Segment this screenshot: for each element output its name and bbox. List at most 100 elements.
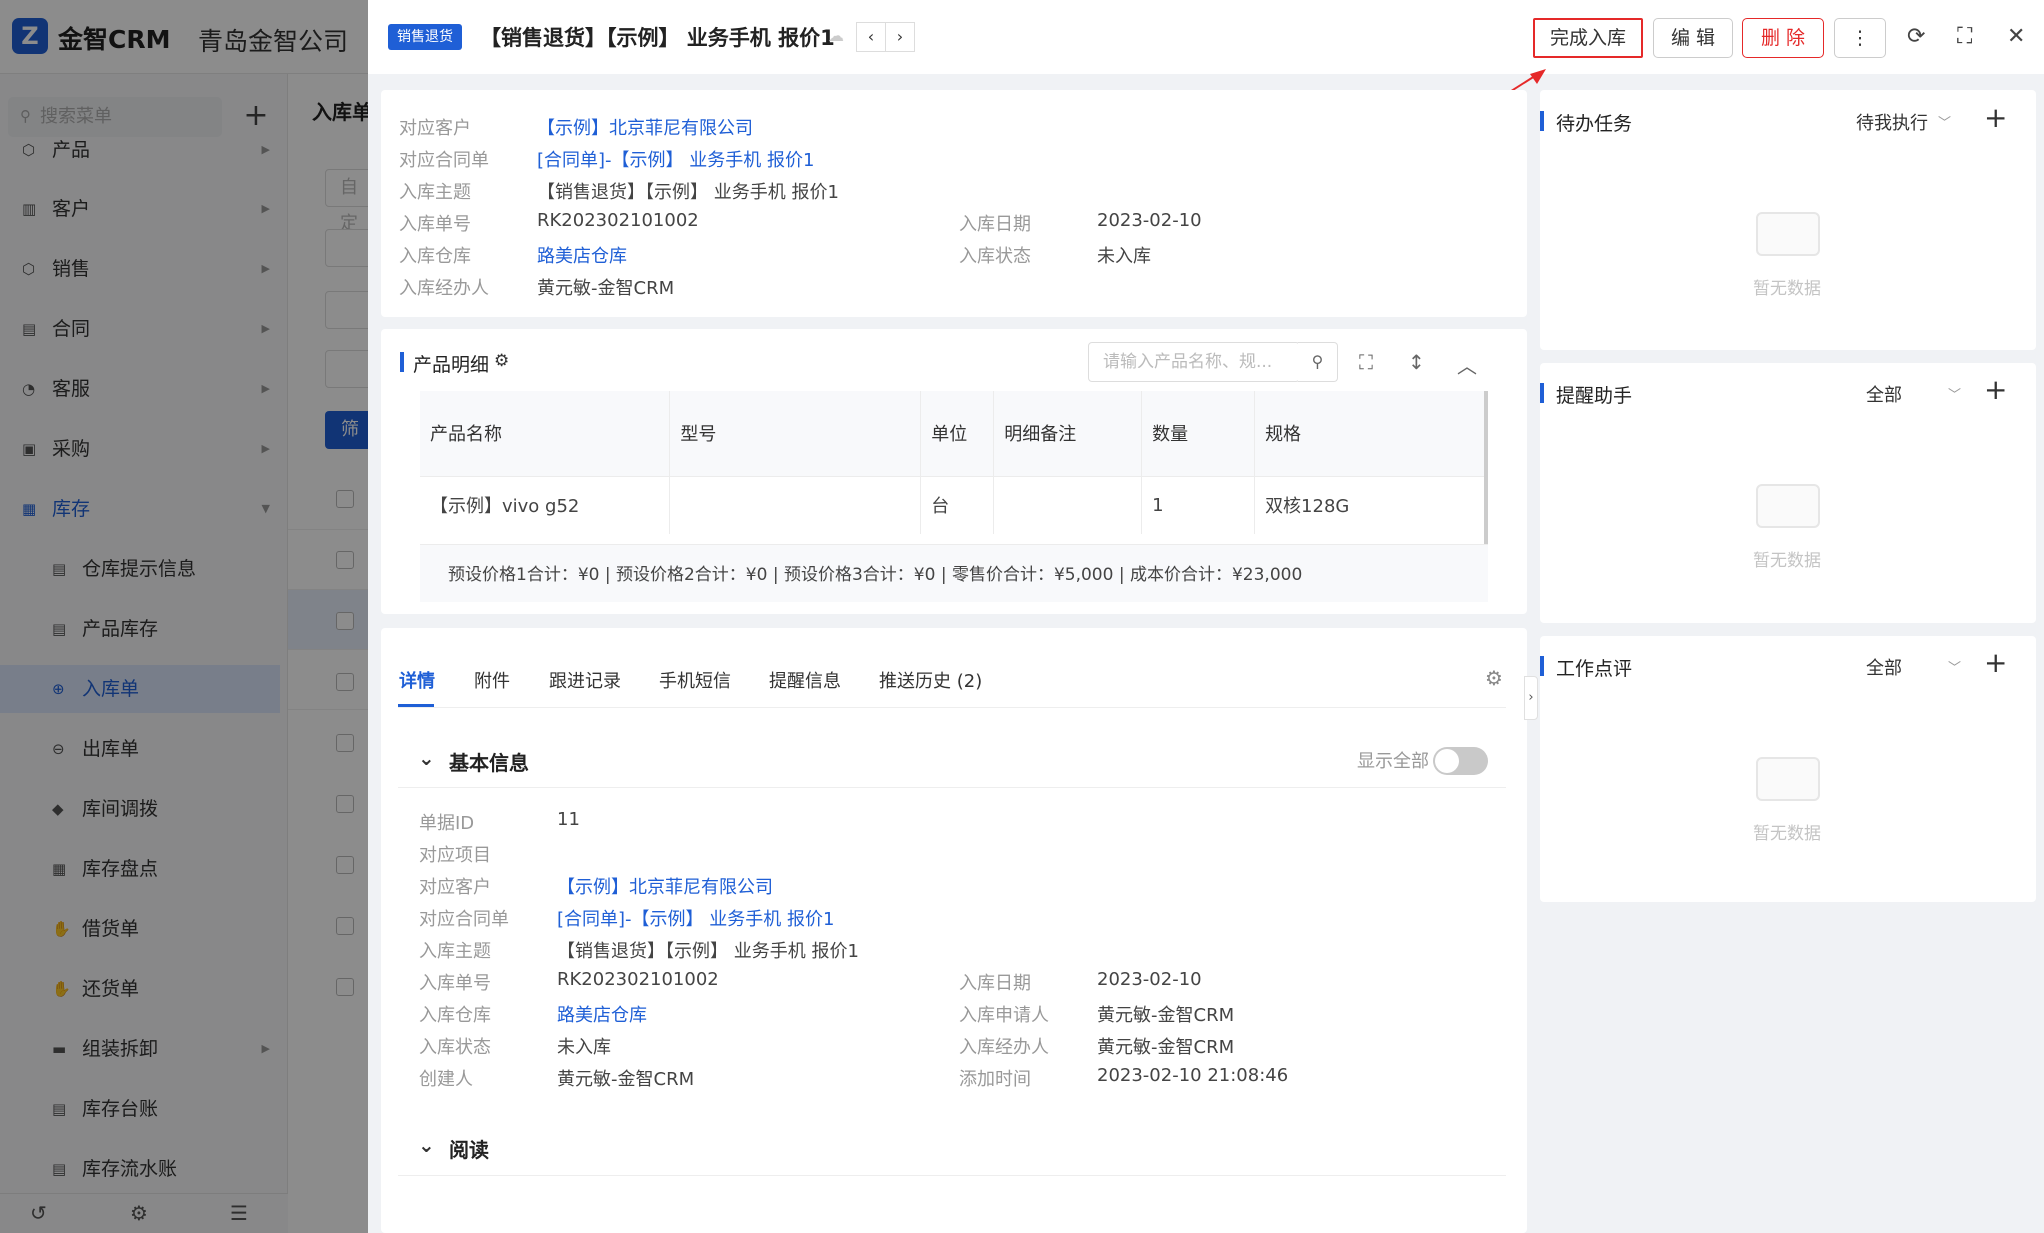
summary-handler-label: 入库经办人 (399, 278, 489, 299)
empty-text: 暂无数据 (1753, 824, 1821, 844)
status-value: 未入库 (557, 1037, 611, 1058)
reminder-filter-dropdown[interactable]: 全部 (1866, 381, 1902, 407)
creator-value: 黄元敏-金智CRM (557, 1069, 695, 1090)
applicant-value: 黄元敏-金智CRM (1097, 1005, 1235, 1026)
product-name-link[interactable]: 【示例】vivo g52 (420, 475, 671, 534)
chevron-down-icon: ﹀ (1938, 116, 1952, 131)
tab-push-history[interactable]: 推送历史 (2) (879, 667, 982, 693)
table-scrollbar[interactable] (1484, 391, 1488, 544)
complete-inbound-button[interactable]: 完成入库 (1533, 18, 1643, 58)
customer-link[interactable]: 【示例】北京菲尼有限公司 (557, 873, 773, 899)
modal-overlay[interactable] (0, 0, 368, 1233)
column-header: 规格 (1254, 391, 1488, 476)
summary-customer-link[interactable]: 【示例】北京菲尼有限公司 (537, 114, 753, 140)
edit-button[interactable]: 编 辑 (1653, 18, 1733, 58)
tab-sms[interactable]: 手机短信 (659, 667, 731, 693)
handler-label: 入库经办人 (959, 1037, 1049, 1058)
drawer-title: 【销售退货】【示例】 业务手机 报价1 (480, 26, 835, 50)
creator-label: 创建人 (419, 1069, 473, 1090)
empty-inbox-icon (1756, 212, 1820, 256)
panel-toggle-handle[interactable]: › (1524, 676, 1538, 720)
chevron-down-icon: ﹀ (1948, 661, 1962, 676)
type-badge: 销售退货 (388, 24, 462, 50)
detail-card (381, 628, 1527, 1233)
delete-button[interactable]: 删 除 (1742, 18, 1824, 58)
empty-inbox-icon (1756, 484, 1820, 528)
read-section-title: 阅读 (449, 1138, 489, 1162)
summary-contract-link[interactable]: [合同单]-【示例】 业务手机 报价1 (537, 146, 814, 172)
table-row: 【示例】vivo g52 台 1 双核128G (420, 475, 1488, 534)
chevron-up-icon[interactable]: ︿ (1457, 350, 1477, 379)
table-header-row: 产品名称 型号 单位 明细备注 数量 规格 (420, 391, 1488, 476)
contract-link[interactable]: [合同单]-【示例】 业务手机 报价1 (557, 905, 834, 931)
number-value: RK202302101002 (557, 969, 719, 990)
handler-value: 黄元敏-金智CRM (1097, 1037, 1235, 1058)
created-time-value: 2023-02-10 21:08:46 (1097, 1065, 1289, 1086)
add-todo-button[interactable]: + (1984, 101, 2007, 134)
fullscreen-icon[interactable]: ⛶ (1957, 24, 1972, 49)
review-filter-dropdown[interactable]: 全部 (1866, 654, 1902, 680)
add-reminder-button[interactable]: + (1984, 373, 2007, 406)
warehouse-link[interactable]: 路美店仓库 (557, 1001, 647, 1027)
product-search-input[interactable]: 请输入产品名称、规... (1088, 342, 1300, 382)
summary-contract-label: 对应合同单 (399, 150, 489, 171)
chevron-down-icon[interactable]: ⌄ (418, 746, 435, 770)
column-header: 单位 (920, 391, 995, 476)
summary-subject-label: 入库主题 (399, 182, 471, 203)
summary-date-label: 入库日期 (959, 214, 1031, 235)
project-label: 对应项目 (419, 845, 491, 866)
section-marker (400, 352, 404, 372)
empty-inbox-icon (1756, 757, 1820, 801)
status-label: 入库状态 (419, 1037, 491, 1058)
basic-info-title: 基本信息 (449, 751, 529, 775)
table-cell: 1 (1141, 475, 1256, 534)
tab-followup[interactable]: 跟进记录 (549, 667, 621, 693)
section-marker (1540, 111, 1544, 131)
summary-customer-label: 对应客户 (399, 118, 471, 139)
summary-number-label: 入库单号 (399, 214, 471, 235)
section-marker (1540, 656, 1544, 676)
reminder-panel-title: 提醒助手 (1556, 385, 1633, 407)
table-cell: 双核128G (1254, 475, 1488, 534)
applicant-label: 入库申请人 (959, 1005, 1049, 1026)
prev-record-button[interactable]: ‹ (856, 22, 886, 52)
todo-panel-title: 待办任务 (1556, 113, 1633, 135)
chevron-down-icon[interactable]: ⌄ (418, 1133, 435, 1157)
column-header: 明细备注 (993, 391, 1143, 476)
tab-attachments[interactable]: 附件 (474, 667, 510, 693)
number-label: 入库单号 (419, 973, 491, 994)
summary-warehouse-link[interactable]: 路美店仓库 (537, 242, 627, 268)
expand-icon[interactable]: ⛶ (1359, 350, 1373, 374)
settings-icon[interactable]: ⚙ (1485, 666, 1503, 690)
todo-filter-dropdown[interactable]: 待我执行 (1856, 109, 1928, 135)
table-cell (993, 475, 1143, 534)
tab-reminders[interactable]: 提醒信息 (769, 667, 841, 693)
sort-icon[interactable]: ↕ (1408, 350, 1425, 374)
refresh-icon[interactable]: ⟳ (1907, 24, 1925, 49)
column-header: 产品名称 (420, 391, 671, 476)
cloud-icon: ☁ (828, 26, 844, 45)
add-review-button[interactable]: + (1984, 646, 2007, 679)
search-icon[interactable]: ⚲ (1298, 342, 1338, 382)
close-icon[interactable]: ✕ (2007, 24, 2025, 49)
gear-icon[interactable]: ⚙ (494, 351, 509, 371)
tab-detail[interactable]: 详情 (399, 667, 435, 693)
date-label: 入库日期 (959, 973, 1031, 994)
product-section-title: 产品明细 (413, 354, 490, 376)
toggle-knob (1435, 749, 1459, 773)
summary-subject: 【销售退货】【示例】 业务手机 报价1 (537, 182, 839, 203)
id-value: 11 (557, 809, 580, 830)
table-cell: 台 (920, 475, 995, 534)
review-panel-title: 工作点评 (1556, 658, 1633, 680)
product-totals: 预设价格1合计：¥0 | 预设价格2合计：¥0 | 预设价格3合计：¥0 | 零… (420, 544, 1488, 602)
more-button[interactable]: ⋮ (1834, 18, 1886, 58)
tabs-divider (398, 707, 1506, 708)
next-record-button[interactable]: › (885, 22, 915, 52)
summary-date: 2023-02-10 (1097, 210, 1202, 231)
column-header: 型号 (669, 391, 922, 476)
summary-status-label: 入库状态 (959, 246, 1031, 267)
section-marker (1540, 383, 1544, 403)
subject-label: 入库主题 (419, 941, 491, 962)
id-label: 单据ID (419, 813, 475, 834)
show-all-label: 显示全部 (1357, 751, 1429, 772)
